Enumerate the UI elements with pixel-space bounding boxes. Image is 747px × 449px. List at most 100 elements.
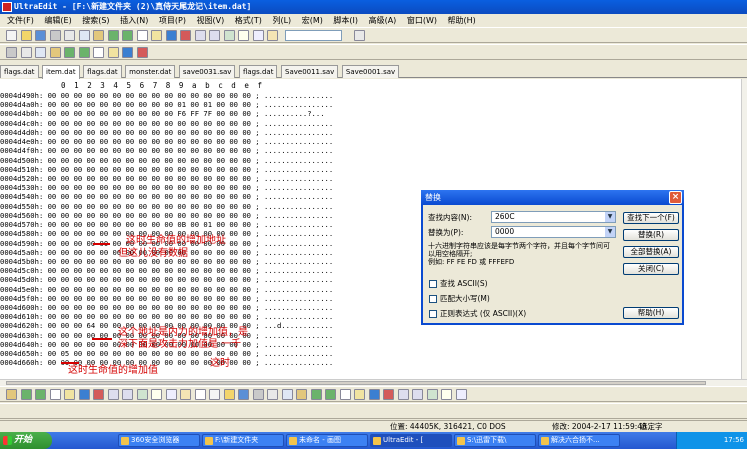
redo-icon[interactable] (49, 47, 61, 58)
print-icon[interactable] (49, 30, 61, 41)
find-icon[interactable] (136, 30, 148, 41)
quick-find-combo[interactable] (285, 30, 342, 41)
regex-checkbox[interactable] (429, 310, 437, 318)
hex-icon[interactable] (383, 389, 394, 400)
menu-format[interactable]: 格式(T) (232, 14, 265, 27)
indent-icon[interactable] (339, 389, 351, 400)
menu-edit[interactable]: 编辑(E) (41, 14, 74, 27)
menu-window[interactable]: 窗口(W) (404, 14, 440, 27)
replace-icon[interactable] (296, 389, 307, 400)
scroll-thumb[interactable] (6, 381, 706, 385)
replace-button[interactable]: 替换(R) (623, 229, 679, 241)
indent-icon[interactable] (194, 30, 206, 41)
globe-icon[interactable] (310, 389, 322, 400)
indent-icon[interactable] (49, 389, 61, 400)
task-paint[interactable]: 未命名 - 画图 (286, 434, 368, 447)
chevron-down-icon[interactable]: ▼ (605, 212, 615, 222)
replace-icon[interactable] (78, 47, 90, 58)
tab-save0031[interactable]: save0031.sav (178, 65, 236, 78)
redo-icon[interactable] (267, 389, 278, 400)
find-next-button[interactable]: 查找下一个(F) (623, 212, 679, 224)
wrap-icon[interactable] (78, 389, 90, 400)
task-help[interactable]: 解决六合扬不... (538, 434, 620, 447)
task-downloads[interactable]: S:\迅雷下载\ (454, 434, 536, 447)
match-case-checkbox[interactable] (429, 295, 437, 303)
column-icon[interactable] (397, 389, 409, 400)
open-icon[interactable] (455, 389, 467, 400)
outdent-icon[interactable] (64, 389, 75, 400)
macro-icon[interactable] (267, 30, 278, 41)
task-folder[interactable]: F:\新建文件夹 (202, 434, 284, 447)
cut-icon[interactable] (64, 30, 75, 41)
task-ultraedit[interactable]: UltraEdit - [ (370, 434, 452, 447)
new-file-icon[interactable] (441, 389, 452, 400)
replace-icon[interactable] (151, 30, 162, 41)
outdent-icon[interactable] (354, 389, 365, 400)
globe-icon[interactable] (20, 389, 32, 400)
find-input[interactable]: 260C ▼ (491, 211, 616, 223)
menu-search[interactable]: 搜索(S) (79, 14, 112, 27)
help-icon[interactable] (136, 389, 148, 400)
outdent-icon[interactable] (136, 47, 148, 58)
menu-file[interactable]: 文件(F) (4, 14, 37, 27)
menu-script[interactable]: 脚本(I) (330, 14, 361, 27)
tab-item-dat[interactable]: item.dat (42, 65, 80, 79)
cut-icon[interactable] (354, 30, 365, 41)
bookmark-icon[interactable] (35, 389, 46, 400)
bookmark-icon[interactable] (180, 30, 191, 41)
tab-flags-dat-3[interactable]: flags.dat (238, 65, 278, 78)
close-button[interactable]: 关闭(C) (623, 263, 679, 275)
tab-save0011[interactable]: Save0011.sav (281, 65, 339, 78)
menu-help[interactable]: 帮助(H) (445, 14, 479, 27)
close-icon[interactable]: × (669, 191, 682, 204)
ascii-checkbox[interactable] (429, 280, 437, 288)
save-icon[interactable] (180, 389, 191, 400)
save-icon[interactable] (35, 30, 46, 41)
help-button[interactable]: 帮助(H) (623, 307, 679, 319)
horizontal-scrollbar[interactable] (0, 379, 747, 386)
tab-flags-dat[interactable]: flags.dat (0, 65, 39, 78)
menu-macro[interactable]: 宏(M) (299, 14, 326, 27)
wrap-icon[interactable] (368, 389, 380, 400)
wrap-icon[interactable] (223, 30, 235, 41)
macro-icon[interactable] (412, 389, 423, 400)
open-icon[interactable] (20, 30, 32, 41)
paste-icon[interactable] (238, 389, 249, 400)
tab-save0001[interactable]: Save0001.sav (341, 65, 400, 78)
menu-project[interactable]: 项目(P) (156, 14, 189, 27)
replace-input[interactable]: 0000 ▼ (491, 226, 616, 238)
column-icon[interactable] (252, 30, 264, 41)
menu-view[interactable]: 视图(V) (194, 14, 228, 27)
hex-icon[interactable] (238, 30, 249, 41)
tab-flags-dat-2[interactable]: flags.dat (83, 65, 122, 78)
tab-monster-dat[interactable]: monster.dat (125, 65, 176, 78)
print-icon[interactable] (194, 389, 206, 400)
cut-icon[interactable] (209, 389, 220, 400)
macro-icon[interactable] (122, 389, 133, 400)
column-icon[interactable] (107, 389, 119, 400)
task-browser[interactable]: 360安全浏览器 (118, 434, 200, 447)
redo-icon[interactable] (122, 30, 133, 41)
replace-all-button[interactable]: 全部替换(A) (623, 246, 679, 258)
bookmark-icon[interactable] (325, 389, 336, 400)
paste-icon[interactable] (93, 30, 104, 41)
globe-icon[interactable] (165, 30, 177, 41)
new-file-icon[interactable] (151, 389, 162, 400)
open-icon[interactable] (165, 389, 177, 400)
find-icon[interactable] (64, 47, 75, 58)
vertical-scrollbar[interactable] (741, 79, 747, 379)
start-button[interactable]: 开始 (0, 432, 52, 449)
menu-column[interactable]: 列(L) (269, 14, 294, 27)
chevron-down-icon[interactable]: ▼ (605, 227, 615, 237)
globe-icon[interactable] (93, 47, 104, 58)
copy-icon[interactable] (223, 389, 235, 400)
undo-icon[interactable] (252, 389, 264, 400)
copy-icon[interactable] (6, 47, 17, 58)
hex-icon[interactable] (93, 389, 104, 400)
help-icon[interactable] (426, 389, 438, 400)
menu-advanced[interactable]: 高级(A) (366, 14, 400, 27)
undo-icon[interactable] (107, 30, 119, 41)
undo-icon[interactable] (35, 47, 46, 58)
find-icon[interactable] (281, 389, 293, 400)
menu-insert[interactable]: 插入(N) (117, 14, 151, 27)
